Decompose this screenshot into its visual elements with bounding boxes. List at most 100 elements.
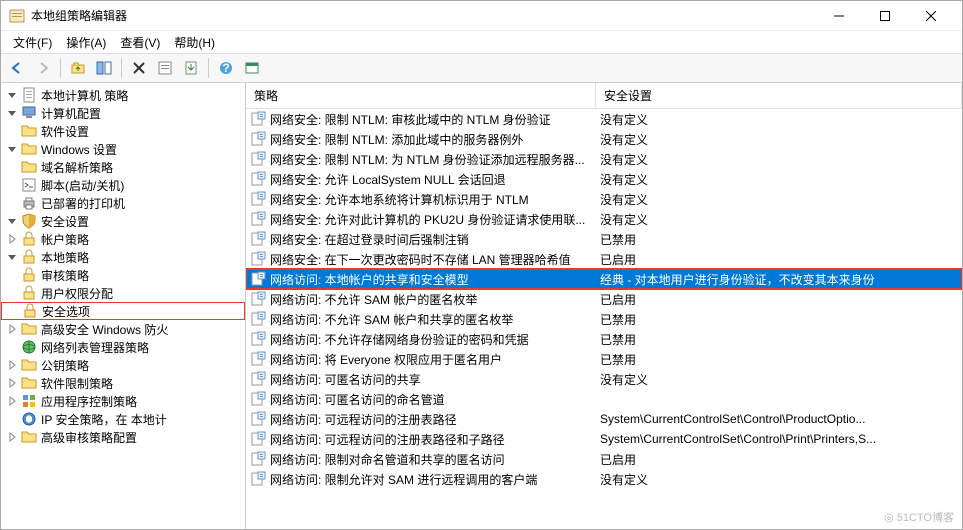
policy-name: 网络访问: 可匿名访问的共享	[270, 371, 600, 388]
policy-row[interactable]: 网络访问: 不允许存储网络身份验证的密码和凭据已禁用	[246, 329, 962, 349]
policy-row[interactable]: 网络访问: 可远程访问的注册表路径和子路径System\CurrentContr…	[246, 429, 962, 449]
policy-row[interactable]: 网络访问: 本地帐户的共享和安全模型经典 - 对本地用户进行身份验证，不改变其本…	[246, 269, 962, 289]
policy-row[interactable]: 网络访问: 不允许 SAM 帐户的匿名枚举已启用	[246, 289, 962, 309]
app-icon	[9, 8, 25, 24]
minimize-button[interactable]	[816, 1, 862, 31]
collapse-icon[interactable]	[5, 214, 19, 228]
policy-setting: System\CurrentControlSet\Control\Print\P…	[600, 432, 962, 446]
help-button[interactable]: ?	[214, 56, 238, 80]
tree-user-rights[interactable]: 用户权限分配	[1, 284, 245, 302]
policy-name: 网络访问: 将 Everyone 权限应用于匿名用户	[270, 351, 600, 368]
expand-icon[interactable]	[5, 430, 19, 444]
list-pane[interactable]: 策略 安全设置 网络安全: 限制 NTLM: 审核此域中的 NTLM 身份验证没…	[246, 83, 962, 529]
filter-button[interactable]	[240, 56, 264, 80]
policy-row[interactable]: 网络安全: 允许 LocalSystem NULL 会话回退没有定义	[246, 169, 962, 189]
tree-adv-audit[interactable]: 高级审核策略配置	[1, 428, 245, 446]
expand-icon[interactable]	[5, 322, 19, 336]
tree-ip-sec[interactable]: IP 安全策略，在 本地计	[1, 410, 245, 428]
policy-name: 网络安全: 限制 NTLM: 添加此域中的服务器例外	[270, 131, 600, 148]
tree-security-settings-icon	[21, 213, 37, 229]
menu-file[interactable]: 文件(F)	[7, 32, 58, 53]
properties-button[interactable]	[153, 56, 177, 80]
policy-setting: 没有定义	[600, 111, 962, 128]
tree-account-policy[interactable]: 帐户策略	[1, 230, 245, 248]
tree-pane[interactable]: 本地计算机 策略计算机配置软件设置Windows 设置域名解析策略脚本(启动/关…	[1, 83, 246, 529]
tree-root[interactable]: 本地计算机 策略	[1, 86, 245, 104]
policy-name: 网络安全: 限制 NTLM: 为 NTLM 身份验证添加远程服务器...	[270, 151, 600, 168]
window-title: 本地组策略编辑器	[31, 7, 816, 24]
maximize-button[interactable]	[862, 1, 908, 31]
tree-app-control[interactable]: 应用程序控制策略	[1, 392, 245, 410]
tree-deployed-printers[interactable]: 已部署的打印机	[1, 194, 245, 212]
tree-network-list[interactable]: 网络列表管理器策略	[1, 338, 245, 356]
policy-row[interactable]: 网络安全: 在下一次更改密码时不存储 LAN 管理器哈希值已启用	[246, 249, 962, 269]
tree-label: 高级审核策略配置	[41, 429, 137, 446]
expand-icon[interactable]	[5, 358, 19, 372]
tree-audit-policy[interactable]: 审核策略	[1, 266, 245, 284]
policy-name: 网络访问: 不允许存储网络身份验证的密码和凭据	[270, 331, 600, 348]
tree-label: 审核策略	[41, 267, 89, 284]
tree-label: 公钥策略	[41, 357, 89, 374]
policy-row[interactable]: 网络访问: 限制允许对 SAM 进行远程调用的客户端没有定义	[246, 469, 962, 489]
back-button[interactable]	[5, 56, 29, 80]
tree-computer-config-icon	[21, 105, 37, 121]
up-button[interactable]	[66, 56, 90, 80]
tree-label: 本地计算机 策略	[41, 87, 128, 104]
export-button[interactable]	[179, 56, 203, 80]
policy-name: 网络安全: 允许 LocalSystem NULL 会话回退	[270, 171, 600, 188]
tree-public-key[interactable]: 公钥策略	[1, 356, 245, 374]
expand-icon[interactable]	[5, 232, 19, 246]
tree-app-control-icon	[21, 393, 37, 409]
tree-scripts-icon	[21, 177, 37, 193]
policy-setting: 已禁用	[600, 331, 962, 348]
policy-icon	[250, 431, 266, 447]
policy-icon	[250, 471, 266, 487]
collapse-icon[interactable]	[5, 106, 19, 120]
close-button[interactable]	[908, 1, 954, 31]
menu-view[interactable]: 查看(V)	[114, 32, 166, 53]
tree-scripts[interactable]: 脚本(启动/关机)	[1, 176, 245, 194]
column-policy[interactable]: 策略	[246, 83, 596, 108]
delete-button[interactable]	[127, 56, 151, 80]
collapse-icon[interactable]	[5, 250, 19, 264]
forward-button[interactable]	[31, 56, 55, 80]
policy-icon	[250, 231, 266, 247]
collapse-icon[interactable]	[5, 142, 19, 156]
tree-software-restrict[interactable]: 软件限制策略	[1, 374, 245, 392]
policy-row[interactable]: 网络访问: 可匿名访问的命名管道	[246, 389, 962, 409]
policy-row[interactable]: 网络安全: 在超过登录时间后强制注销已禁用	[246, 229, 962, 249]
menu-help[interactable]: 帮助(H)	[168, 32, 221, 53]
policy-row[interactable]: 网络访问: 可匿名访问的共享没有定义	[246, 369, 962, 389]
column-setting[interactable]: 安全设置	[596, 83, 962, 108]
tree-security-settings[interactable]: 安全设置	[1, 212, 245, 230]
tree-label: 本地策略	[41, 249, 89, 266]
tree-adv-firewall[interactable]: 高级安全 Windows 防火	[1, 320, 245, 338]
tree-security-options[interactable]: 安全选项	[1, 302, 245, 320]
policy-setting: 没有定义	[600, 211, 962, 228]
policy-icon	[250, 391, 266, 407]
policy-row[interactable]: 网络访问: 不允许 SAM 帐户和共享的匿名枚举已禁用	[246, 309, 962, 329]
tree-dns-policy[interactable]: 域名解析策略	[1, 158, 245, 176]
policy-name: 网络访问: 可远程访问的注册表路径和子路径	[270, 431, 600, 448]
policy-row[interactable]: 网络访问: 可远程访问的注册表路径System\CurrentControlSe…	[246, 409, 962, 429]
tree-label: 应用程序控制策略	[41, 393, 137, 410]
expand-icon[interactable]	[5, 376, 19, 390]
tree-label: 安全设置	[41, 213, 89, 230]
tree-deployed-printers-icon	[21, 195, 37, 211]
policy-name: 网络访问: 可匿名访问的命名管道	[270, 391, 600, 408]
menu-action[interactable]: 操作(A)	[60, 32, 112, 53]
tree-computer-config[interactable]: 计算机配置	[1, 104, 245, 122]
tree-software-settings[interactable]: 软件设置	[1, 122, 245, 140]
collapse-icon[interactable]	[5, 88, 19, 102]
show-hide-button[interactable]	[92, 56, 116, 80]
policy-row[interactable]: 网络安全: 限制 NTLM: 添加此域中的服务器例外没有定义	[246, 129, 962, 149]
policy-row[interactable]: 网络访问: 将 Everyone 权限应用于匿名用户已禁用	[246, 349, 962, 369]
policy-row[interactable]: 网络安全: 限制 NTLM: 审核此域中的 NTLM 身份验证没有定义	[246, 109, 962, 129]
policy-row[interactable]: 网络访问: 限制对命名管道和共享的匿名访问已启用	[246, 449, 962, 469]
tree-windows-settings[interactable]: Windows 设置	[1, 140, 245, 158]
tree-local-policy[interactable]: 本地策略	[1, 248, 245, 266]
policy-row[interactable]: 网络安全: 允许对此计算机的 PKU2U 身份验证请求使用联...没有定义	[246, 209, 962, 229]
policy-row[interactable]: 网络安全: 允许本地系统将计算机标识用于 NTLM没有定义	[246, 189, 962, 209]
policy-row[interactable]: 网络安全: 限制 NTLM: 为 NTLM 身份验证添加远程服务器...没有定义	[246, 149, 962, 169]
expand-icon[interactable]	[5, 394, 19, 408]
